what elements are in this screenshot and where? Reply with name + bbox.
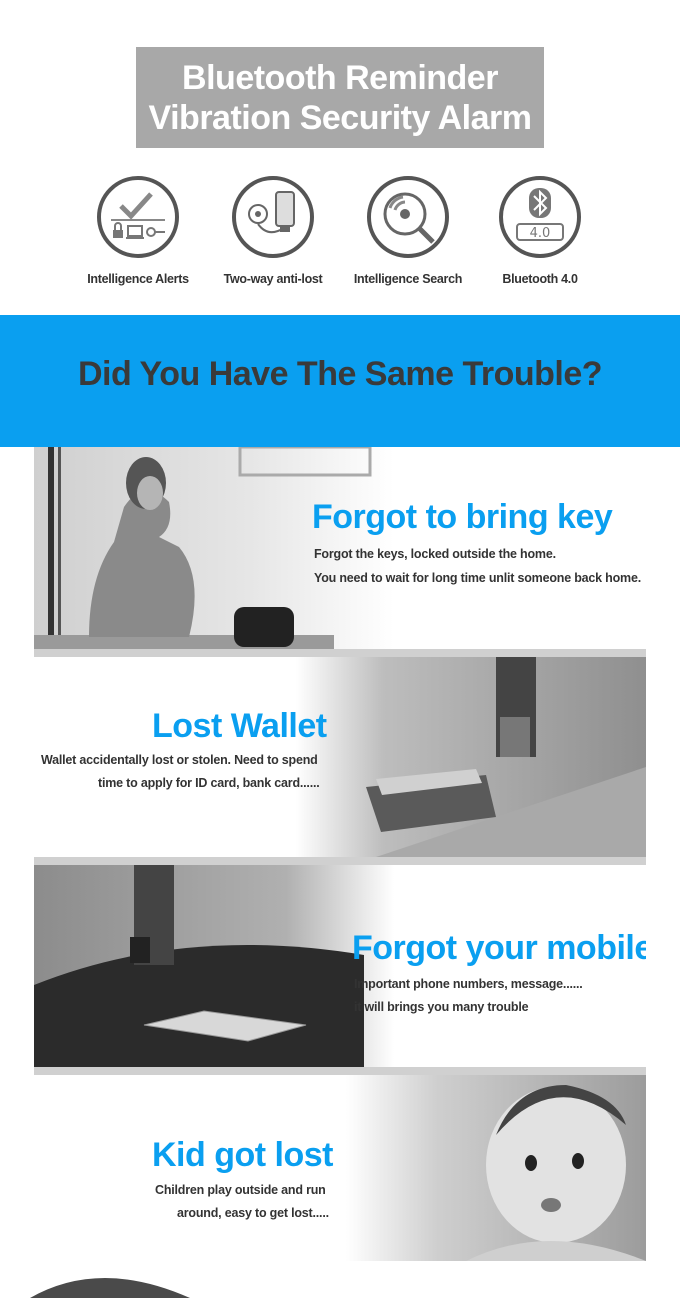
story-title: Forgot to bring key (312, 498, 613, 536)
trouble-banner: Did You Have The Same Trouble? (0, 315, 680, 447)
separator (34, 1067, 646, 1075)
story-title: Forgot your mobile (352, 929, 646, 967)
forgotten-phone-photo (34, 865, 394, 1067)
search-signal-icon (367, 176, 449, 258)
story-panel-kid: Kid got lost Children play outside and r… (34, 1075, 646, 1261)
lost-wallet-photo (296, 657, 646, 857)
story-title: Kid got lost (152, 1136, 333, 1174)
banner-heading: Did You Have The Same Trouble? (77, 355, 603, 393)
story-title: Lost Wallet (152, 707, 327, 745)
story-text-line2: You need to wait for long time unlit som… (314, 571, 641, 585)
feature-label: Intelligence Search (353, 272, 463, 286)
phone-tag-icon (232, 176, 314, 258)
page-title-line1: Bluetooth Reminder (182, 59, 498, 97)
story-text-line1: Forgot the keys, locked outside the home… (314, 547, 556, 561)
story-text-line2: around, easy to get lost..... (177, 1206, 329, 1220)
feature-label: Two-way anti-lost (223, 272, 323, 286)
feature-label: Intelligence Alerts (87, 272, 189, 286)
bluetooth-version-text: 4.0 (530, 226, 551, 241)
bluetooth-icon: 4.0 (499, 176, 581, 258)
story-panel-key: Forgot to bring key Forgot the keys, loc… (34, 447, 680, 649)
feature-intelligence-alerts: Intelligence Alerts (63, 176, 213, 286)
separator (34, 857, 646, 865)
story-text-line1: Important phone numbers, message...... (354, 977, 583, 991)
feature-two-way-anti-lost: Two-way anti-lost (198, 176, 348, 286)
lost-kid-photo (346, 1075, 646, 1261)
story-panel-wallet: Lost Wallet Wallet accidentally lost or … (34, 657, 646, 857)
check-alerts-icon (97, 176, 179, 258)
story-text-line2: time to apply for ID card, bank card....… (98, 776, 320, 790)
story-panel-mobile: Forgot your mobile Important phone numbe… (34, 865, 646, 1067)
page-title-box: Bluetooth Reminder Vibration Security Al… (136, 47, 544, 148)
next-section-photo-peek (30, 1278, 190, 1298)
story-text-line2: it will brings you many trouble (354, 1000, 529, 1014)
feature-intelligence-search: Intelligence Search (333, 176, 483, 286)
feature-label: Bluetooth 4.0 (502, 272, 578, 286)
feature-bluetooth: 4.0 Bluetooth 4.0 (465, 176, 615, 286)
story-text-line1: Wallet accidentally lost or stolen. Need… (41, 753, 318, 767)
separator (34, 649, 646, 657)
story-text-line1: Children play outside and run (155, 1183, 326, 1197)
page-title-line2: Vibration Security Alarm (148, 99, 532, 137)
